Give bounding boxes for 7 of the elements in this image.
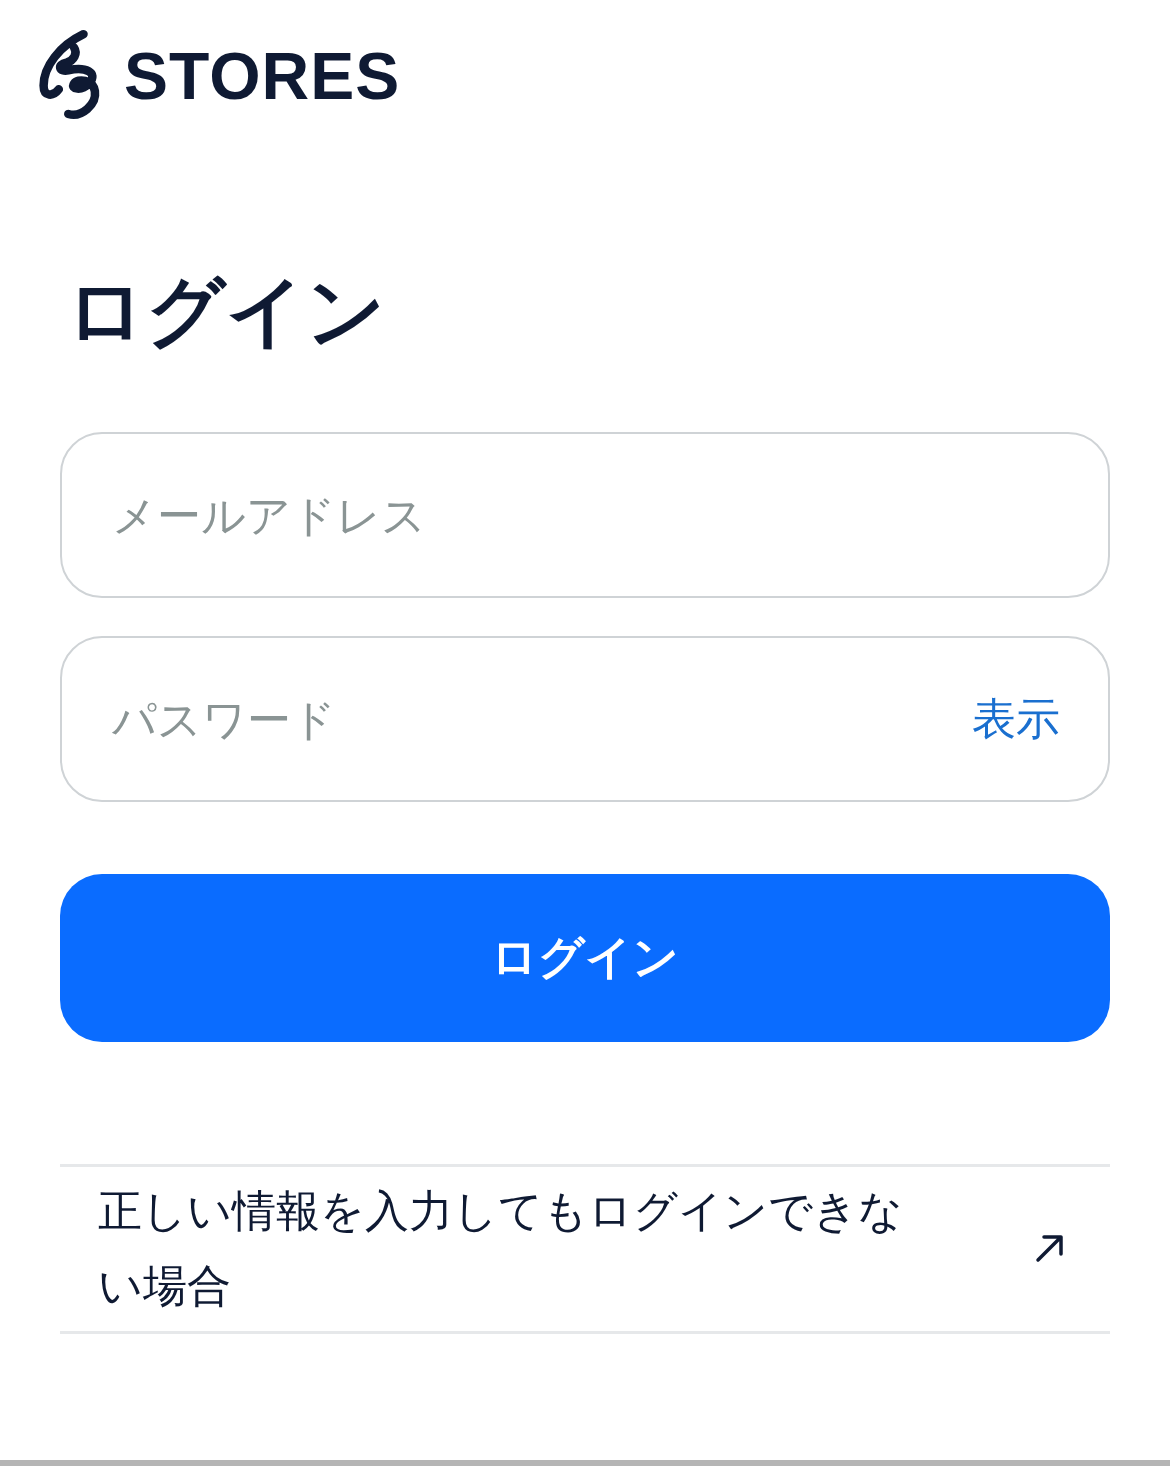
email-field[interactable]: メールアドレス [60, 432, 1110, 598]
login-button[interactable]: ログイン [60, 874, 1110, 1042]
help-link[interactable]: 正しい情報を入力してもログインできない場合 [98, 1173, 928, 1323]
external-link-icon[interactable] [1034, 1232, 1066, 1264]
show-password-button[interactable]: 表示 [972, 689, 1060, 749]
page-title: ログイン [66, 266, 387, 356]
brand-name: STORES [124, 38, 401, 114]
